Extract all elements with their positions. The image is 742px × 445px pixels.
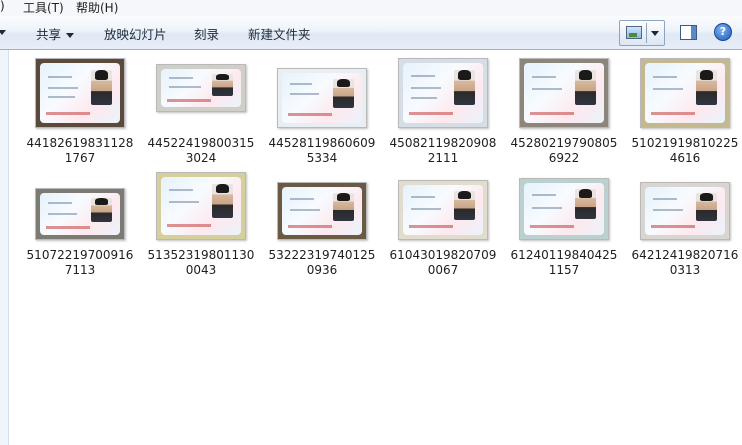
image-thumbnail bbox=[640, 182, 730, 240]
view-mode-icon bbox=[626, 26, 642, 39]
file-item[interactable]: 642124198207160313 bbox=[630, 182, 740, 278]
file-name: 445281198606095334 bbox=[268, 136, 376, 165]
menu-item-partial[interactable]: ) bbox=[0, 0, 5, 13]
image-thumbnail bbox=[277, 182, 367, 240]
file-item[interactable]: 510722197009167113 bbox=[25, 188, 135, 278]
image-thumbnail bbox=[519, 178, 609, 240]
card-image bbox=[645, 63, 725, 123]
file-item[interactable]: 612401198404251157 bbox=[509, 178, 619, 278]
card-image bbox=[645, 187, 725, 235]
file-item[interactable]: 441826198311281767 bbox=[25, 58, 135, 166]
image-thumbnail bbox=[35, 58, 125, 128]
split-divider bbox=[646, 23, 647, 43]
file-name: 445224198003153024 bbox=[147, 136, 255, 165]
card-image bbox=[524, 183, 604, 235]
card-image bbox=[282, 187, 362, 235]
new-folder-button[interactable]: 新建文件夹 bbox=[248, 24, 311, 43]
file-item[interactable]: 445224198003153024 bbox=[146, 64, 256, 166]
file-name: 441826198311281767 bbox=[26, 136, 134, 165]
image-thumbnail bbox=[156, 64, 246, 112]
card-image bbox=[403, 185, 483, 235]
menu-bar: ) 工具(T) 帮助(H) bbox=[0, 0, 742, 16]
file-item[interactable]: 510219198102254616 bbox=[630, 58, 740, 166]
file-item[interactable]: 452802197908056922 bbox=[509, 58, 619, 166]
navigation-pane-edge bbox=[0, 50, 9, 445]
image-thumbnail bbox=[277, 68, 367, 128]
file-name: 642124198207160313 bbox=[631, 248, 739, 277]
card-image bbox=[40, 63, 120, 123]
file-item[interactable]: 450821198209082111 bbox=[388, 58, 498, 166]
image-thumbnail bbox=[398, 58, 488, 128]
file-item[interactable]: 532223197401250936 bbox=[267, 182, 377, 278]
card-image bbox=[161, 69, 241, 107]
file-item[interactable]: 445281198606095334 bbox=[267, 68, 377, 166]
card-image bbox=[403, 63, 483, 123]
file-name: 450821198209082111 bbox=[389, 136, 497, 165]
card-image bbox=[40, 193, 120, 235]
file-name: 510722197009167113 bbox=[26, 248, 134, 277]
file-name: 513523198011300043 bbox=[147, 248, 255, 277]
slideshow-button[interactable]: 放映幻灯片 bbox=[104, 24, 167, 43]
organize-arrow[interactable] bbox=[0, 24, 6, 39]
file-name: 510219198102254616 bbox=[631, 136, 739, 165]
preview-pane-icon[interactable] bbox=[680, 25, 697, 40]
file-name: 452802197908056922 bbox=[510, 136, 618, 165]
chevron-down-icon bbox=[0, 30, 6, 35]
help-icon[interactable]: ? bbox=[714, 23, 732, 41]
chevron-down-icon bbox=[66, 33, 75, 38]
menu-item-tools[interactable]: 工具(T) bbox=[23, 0, 64, 16]
burn-button[interactable]: 刻录 bbox=[194, 24, 219, 43]
image-thumbnail bbox=[156, 172, 246, 240]
file-name: 610430198207090067 bbox=[389, 248, 497, 277]
file-name: 612401198404251157 bbox=[510, 248, 618, 277]
change-view-button[interactable] bbox=[619, 20, 665, 46]
image-thumbnail bbox=[398, 180, 488, 240]
image-thumbnail bbox=[35, 188, 125, 240]
share-button[interactable]: 共享 bbox=[36, 24, 75, 43]
image-thumbnail bbox=[519, 58, 609, 128]
card-image bbox=[282, 73, 362, 123]
image-thumbnail bbox=[640, 58, 730, 128]
menu-item-help[interactable]: 帮助(H) bbox=[76, 0, 118, 16]
share-label: 共享 bbox=[36, 27, 62, 42]
file-item[interactable]: 610430198207090067 bbox=[388, 180, 498, 278]
chevron-down-icon[interactable] bbox=[651, 31, 659, 36]
file-list: 441826198311281767 445224198003153024 44… bbox=[9, 50, 742, 445]
card-image bbox=[161, 177, 241, 235]
card-image bbox=[524, 63, 604, 123]
file-item[interactable]: 513523198011300043 bbox=[146, 172, 256, 278]
file-name: 532223197401250936 bbox=[268, 248, 376, 277]
